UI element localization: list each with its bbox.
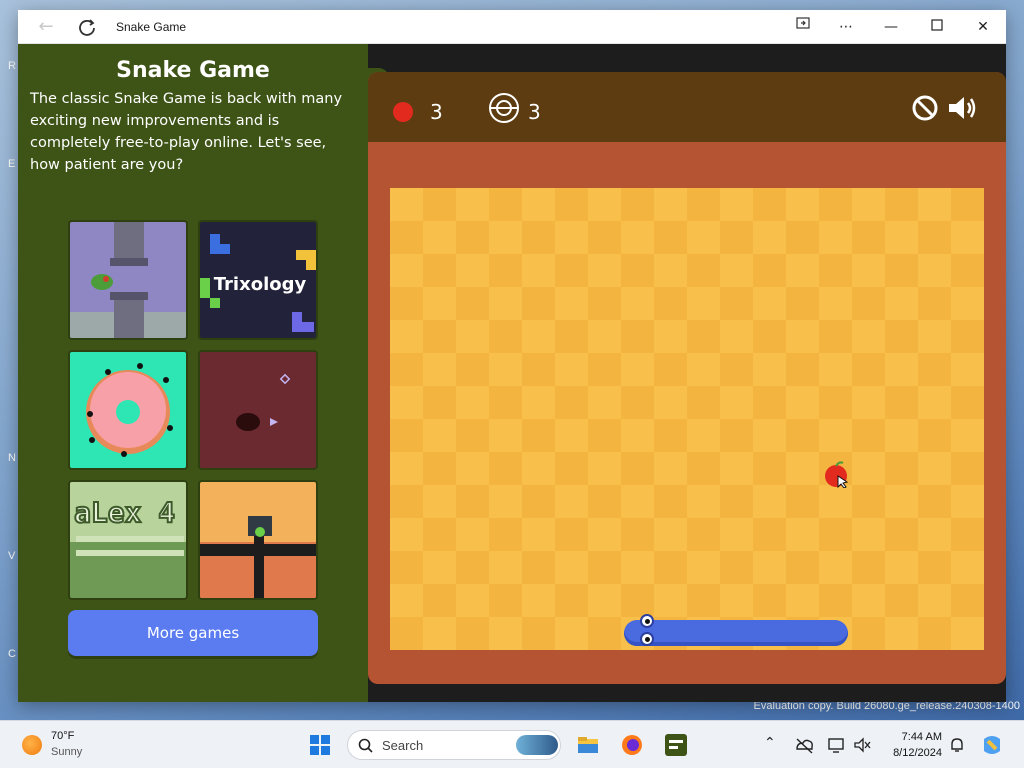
- snake-game-app-icon[interactable]: [664, 733, 688, 757]
- panel-title: Snake Game: [116, 58, 270, 83]
- notification-bell-icon[interactable]: [948, 733, 966, 757]
- retro-title-icon: aLex 4: [70, 482, 186, 556]
- weather-condition[interactable]: Sunny: [51, 746, 82, 758]
- apple-icon: [825, 461, 849, 488]
- window-title: Snake Game: [116, 20, 187, 34]
- taskbar: 70°F Sunny Search ⌃ 7:44 AM 8/12/2024: [0, 720, 1024, 768]
- page-content: Snake Game The classic Snake Game is bac…: [18, 44, 1006, 702]
- firefox-icon[interactable]: [620, 733, 644, 757]
- maze-icon: [200, 516, 316, 598]
- sun-icon[interactable]: [22, 735, 42, 755]
- share-icon[interactable]: [792, 16, 814, 38]
- refresh-icon[interactable]: [76, 17, 98, 39]
- taskbar-search[interactable]: Search: [347, 730, 561, 760]
- snake: [624, 614, 848, 646]
- game-area: 3 3: [368, 72, 1006, 684]
- snake-eye: [640, 632, 654, 646]
- clock-time: 7:44 AM: [901, 731, 942, 743]
- game-hud: 3 3: [368, 72, 1006, 142]
- game-thumb-maze[interactable]: [198, 480, 318, 600]
- clock-date: 8/12/2024: [893, 747, 942, 759]
- network-icon[interactable]: [826, 733, 846, 757]
- game-thumb-alex4[interactable]: aLex 4: [68, 480, 188, 600]
- tetromino-icon: Trixology: [200, 234, 316, 332]
- file-explorer-icon[interactable]: [576, 733, 600, 757]
- more-options-icon[interactable]: ⋯: [835, 16, 857, 38]
- ship-icon: [236, 373, 291, 431]
- onedrive-offline-icon[interactable]: [794, 733, 814, 757]
- game-thumb-flappy[interactable]: [68, 220, 188, 340]
- snake-eye: [640, 614, 654, 628]
- game-thumb-donut[interactable]: [68, 350, 188, 470]
- sound-icon[interactable]: [946, 94, 978, 122]
- search-icon: [358, 738, 373, 753]
- game-thumb-trixology[interactable]: Trixology: [198, 220, 318, 340]
- back-arrow-icon[interactable]: ←: [36, 17, 56, 37]
- panel-description: The classic Snake Game is back with many…: [30, 91, 343, 173]
- volume-icon[interactable]: [852, 733, 872, 757]
- title-bar: ← Snake Game ⋯ — ✕: [18, 10, 1006, 44]
- target-value: 3: [528, 100, 541, 124]
- game-thumb-space[interactable]: [198, 350, 318, 470]
- app-window: ← Snake Game ⋯ — ✕ Snake Game The classi…: [18, 10, 1006, 702]
- score-value: 3: [430, 100, 443, 124]
- apple-score-icon: [393, 102, 413, 122]
- more-games-button[interactable]: More games: [68, 610, 318, 656]
- no-entry-icon[interactable]: [912, 95, 938, 121]
- clock[interactable]: 7:44 AM 8/12/2024: [880, 729, 942, 761]
- game-info-panel: Snake Game The classic Snake Game is bac…: [18, 44, 368, 702]
- target-icon: [489, 93, 519, 123]
- search-label: Search: [382, 738, 424, 753]
- windows-start-icon[interactable]: [308, 733, 332, 757]
- copilot-icon[interactable]: [980, 733, 1004, 757]
- search-highlight-image: [516, 735, 558, 755]
- maximize-button[interactable]: [926, 16, 948, 38]
- game-board[interactable]: [390, 188, 984, 650]
- tower-bird-icon: [70, 222, 186, 338]
- close-button[interactable]: ✕: [972, 16, 994, 38]
- trixology-logo-text: Trixology: [214, 274, 307, 295]
- minimize-button[interactable]: —: [880, 16, 902, 38]
- donut-icon: [86, 363, 173, 457]
- chevron-up-icon[interactable]: ⌃: [764, 735, 776, 751]
- weather-temperature[interactable]: 70°F: [51, 730, 74, 742]
- svg-text:aLex 4: aLex 4: [74, 496, 175, 529]
